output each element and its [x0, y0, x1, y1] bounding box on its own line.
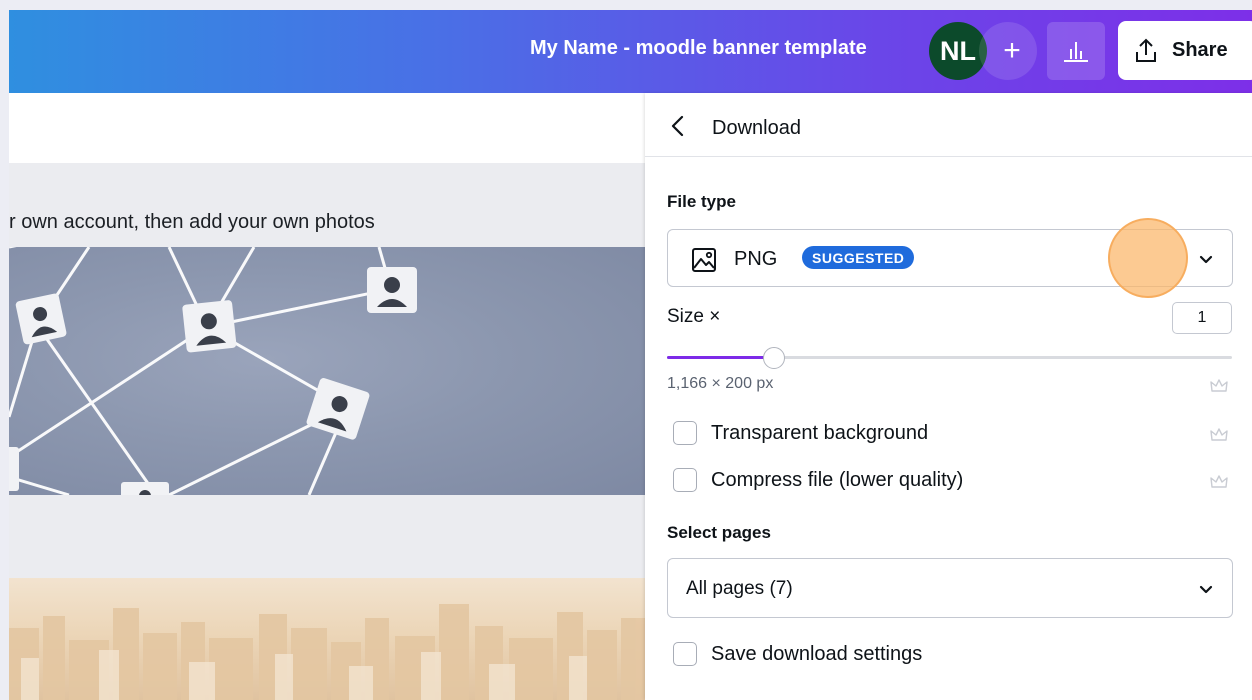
crown-icon: [1210, 379, 1228, 392]
top-bar: My Name - moodle banner template NL + Sh…: [9, 10, 1252, 93]
banner-page-network[interactable]: [9, 247, 645, 495]
save-download-settings-label: Save download settings: [711, 642, 923, 665]
file-type-label: File type: [667, 192, 736, 211]
person-node-6: [9, 447, 19, 491]
save-download-settings-checkbox[interactable]: [673, 642, 697, 666]
chevron-left-icon: [671, 115, 684, 137]
add-member-button[interactable]: +: [979, 22, 1037, 80]
select-pages-dropdown[interactable]: All pages (7): [667, 558, 1233, 618]
share-label: Share: [1172, 39, 1228, 61]
download-panel-header: Download: [645, 93, 1252, 157]
size-label: Size ×: [667, 306, 721, 327]
panel-title: Download: [712, 117, 801, 139]
image-icon: [692, 248, 716, 272]
size-slider-track[interactable]: [667, 356, 1232, 359]
save-download-settings-option[interactable]: Save download settings: [673, 642, 922, 666]
output-dimensions: 1,166 × 200 px: [667, 375, 774, 392]
transparent-background-checkbox[interactable]: [673, 421, 697, 445]
size-slider-fill: [667, 356, 774, 359]
crown-icon: [1210, 475, 1228, 488]
file-type-value: PNG: [734, 248, 778, 270]
document-title[interactable]: My Name - moodle banner template: [530, 37, 867, 60]
crown-icon: [1210, 428, 1228, 441]
app-window: My Name - moodle banner template NL + Sh…: [0, 0, 1252, 700]
transparent-background-option[interactable]: Transparent background: [673, 421, 928, 445]
upload-icon: [1136, 38, 1156, 62]
select-pages-value: All pages (7): [686, 578, 793, 599]
person-node-1: [15, 293, 67, 345]
banner-page-city[interactable]: [9, 578, 645, 700]
person-node-2: [182, 300, 237, 353]
insights-button[interactable]: [1047, 22, 1105, 80]
compress-file-label: Compress file (lower quality): [711, 468, 964, 491]
city-skyline-illustration: [9, 604, 645, 700]
select-pages-label: Select pages: [667, 523, 771, 542]
person-node-5: [121, 482, 169, 495]
compress-file-option[interactable]: Compress file (lower quality): [673, 468, 963, 492]
person-node-3: [367, 267, 417, 313]
chevron-down-icon: [1199, 585, 1213, 594]
back-button[interactable]: [665, 113, 691, 139]
canvas-toolbar-strip: [9, 93, 649, 163]
person-node-4: [306, 378, 370, 440]
chevron-down-icon: [1199, 255, 1213, 264]
page-caption[interactable]: r own account, then add your own photos: [9, 211, 375, 234]
bar-chart-icon: [1064, 42, 1088, 62]
suggested-badge: SUGGESTED: [802, 246, 915, 269]
size-slider-thumb[interactable]: [763, 347, 785, 369]
compress-file-checkbox[interactable]: [673, 468, 697, 492]
download-panel: Download File type PNG SUGGESTED Size × …: [645, 93, 1252, 700]
transparent-background-label: Transparent background: [711, 421, 929, 444]
network-illustration: [9, 247, 417, 495]
size-multiplier-input[interactable]: 1: [1172, 302, 1232, 334]
share-button[interactable]: Share: [1118, 21, 1252, 80]
click-highlight: [1108, 218, 1188, 298]
